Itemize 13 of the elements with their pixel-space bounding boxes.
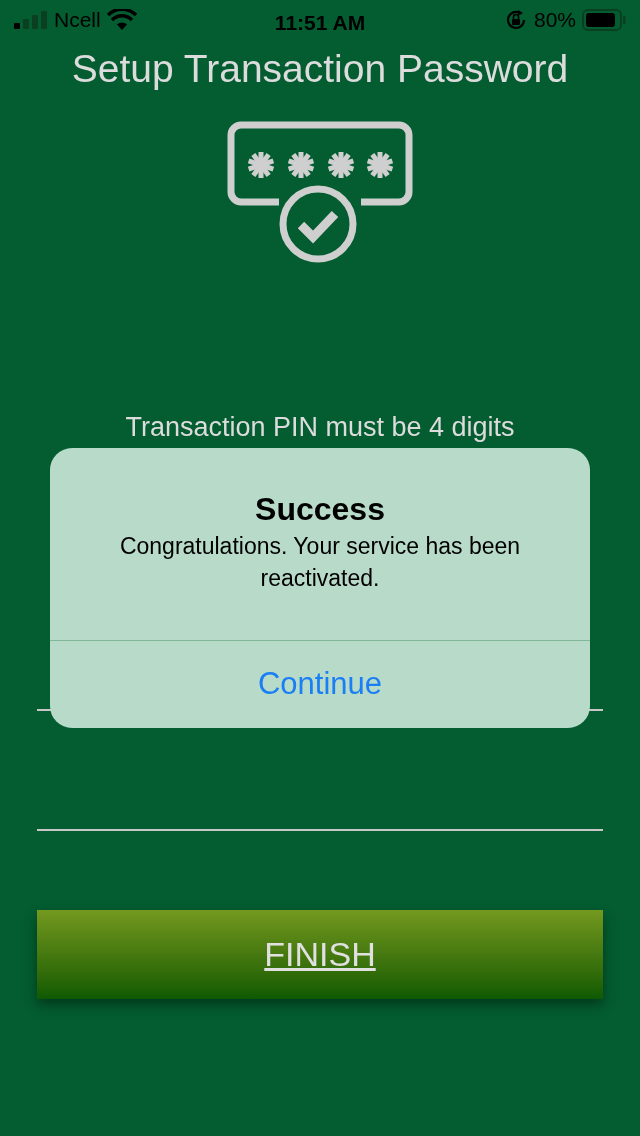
alert-message: Congratulations. Your service has been reactivated. <box>118 532 522 593</box>
alert-title: Success <box>255 490 385 528</box>
carrier-name: Ncell <box>54 7 101 34</box>
finish-button[interactable]: FINISH <box>37 910 603 999</box>
pin-check-icon <box>227 121 413 265</box>
page-title: Setup Transaction Password <box>71 46 569 92</box>
continue-button[interactable]: Continue <box>50 641 590 728</box>
clock-time: 11:51 AM <box>274 10 366 36</box>
battery-icon <box>582 9 626 31</box>
signal-icon <box>14 11 48 29</box>
pin-hint: Transaction PIN must be 4 digits <box>125 411 515 444</box>
battery-percentage: 80% <box>533 7 576 34</box>
wifi-icon <box>106 9 137 31</box>
